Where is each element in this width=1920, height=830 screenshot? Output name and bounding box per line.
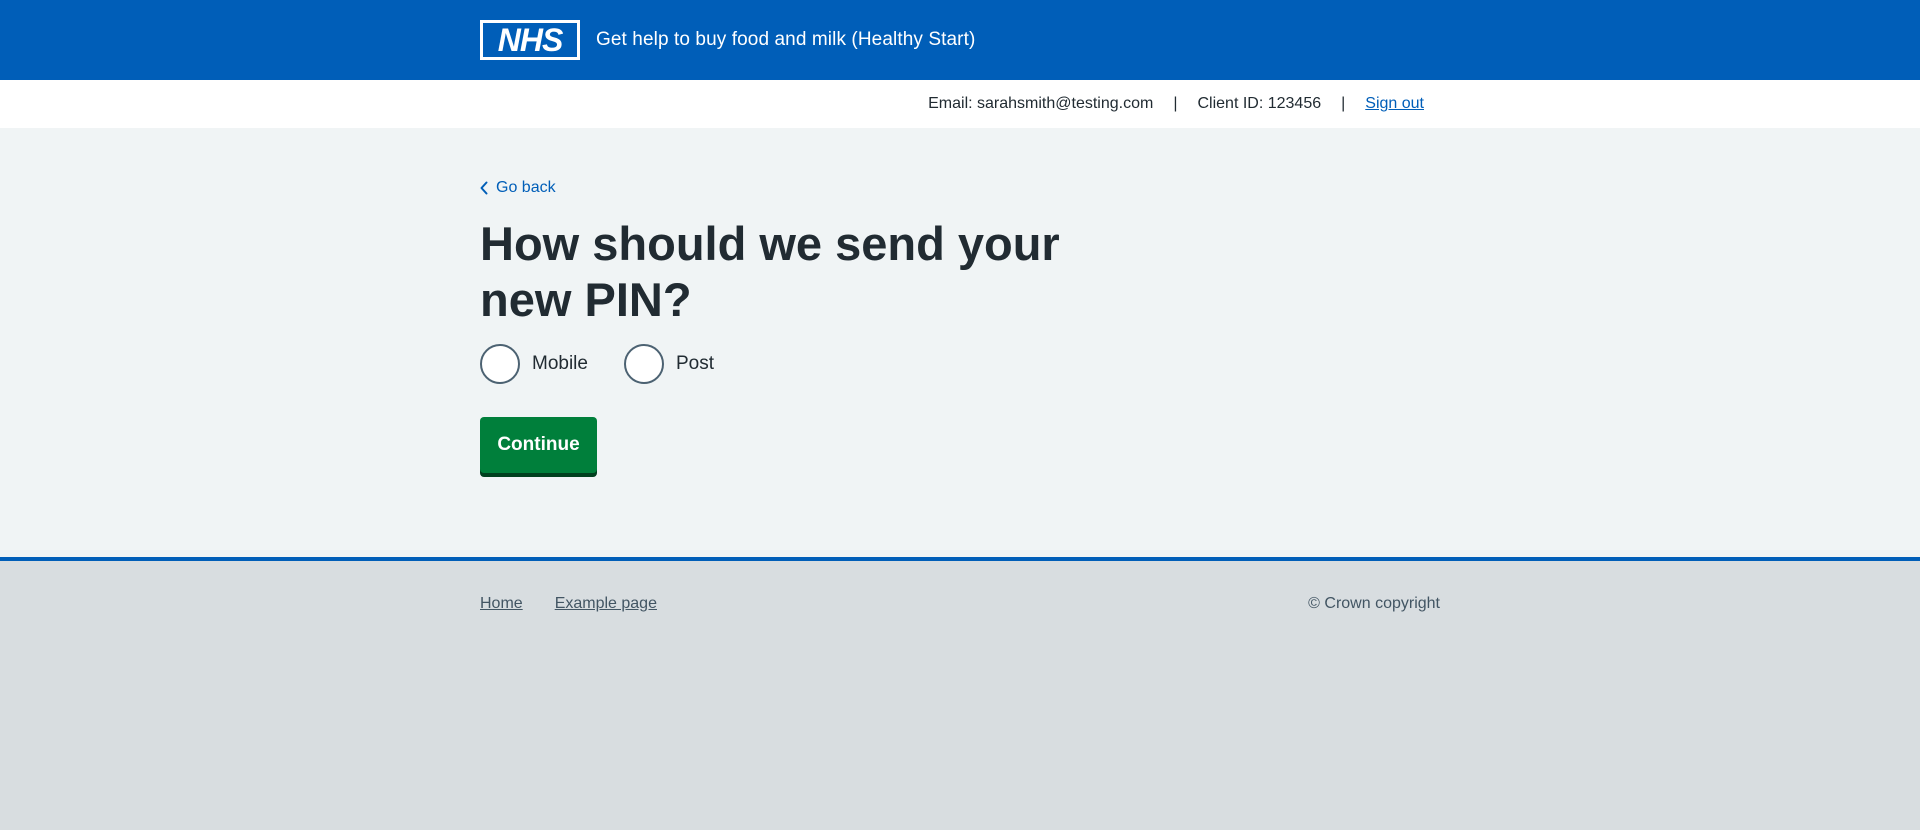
site-footer: Home Example page © Crown copyright bbox=[0, 557, 1920, 830]
main-content: Go back How should we send your new PIN?… bbox=[0, 128, 1920, 557]
nhs-logo-icon: NHS bbox=[480, 20, 580, 60]
service-name[interactable]: Get help to buy food and milk (Healthy S… bbox=[596, 29, 975, 51]
footer-links: Home Example page bbox=[480, 595, 689, 613]
radio-label-mobile: Mobile bbox=[532, 353, 588, 374]
footer-link-home[interactable]: Home bbox=[480, 595, 523, 613]
pin-delivery-radios: Mobile Post bbox=[480, 344, 750, 384]
radio-post[interactable]: Post bbox=[623, 344, 715, 384]
sign-out-link[interactable]: Sign out bbox=[1365, 95, 1424, 113]
site-header: NHS Get help to buy food and milk (Healt… bbox=[0, 0, 1920, 80]
account-email: Email: sarahsmith@testing.com bbox=[928, 95, 1154, 112]
account-info: Email: sarahsmith@testing.com | Client I… bbox=[928, 80, 1424, 128]
header-content: NHS Get help to buy food and milk (Healt… bbox=[480, 20, 975, 60]
radio-button-post[interactable] bbox=[623, 344, 664, 384]
nhs-logo[interactable]: NHS bbox=[480, 20, 580, 60]
svg-text:NHS: NHS bbox=[498, 22, 564, 58]
radio-mobile[interactable]: Mobile bbox=[480, 344, 588, 384]
back-link[interactable]: Go back bbox=[480, 179, 556, 197]
account-client-id: Client ID: 123456 bbox=[1197, 95, 1322, 112]
account-separator: | bbox=[1173, 95, 1178, 112]
continue-button[interactable]: Continue bbox=[480, 417, 597, 473]
copyright-text: © Crown copyright bbox=[1308, 595, 1440, 612]
page-title: How should we send your new PIN? bbox=[480, 217, 1060, 326]
radio-button-mobile[interactable] bbox=[480, 344, 520, 384]
back-link-label: Go back bbox=[496, 179, 556, 196]
account-separator: | bbox=[1341, 95, 1346, 112]
account-bar: Email: sarahsmith@testing.com | Client I… bbox=[0, 80, 1920, 128]
chevron-left-icon bbox=[480, 181, 488, 195]
footer-link-example-page[interactable]: Example page bbox=[555, 595, 657, 613]
radio-label-post: Post bbox=[675, 353, 715, 374]
